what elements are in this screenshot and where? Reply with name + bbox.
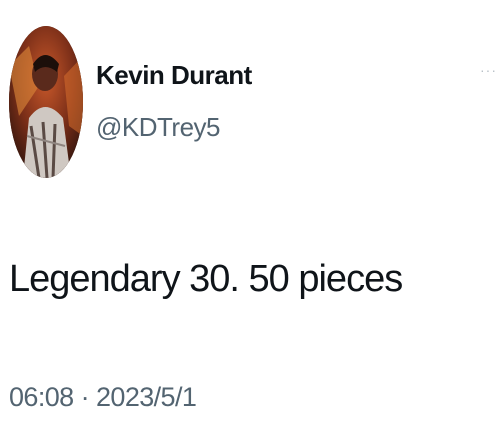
avatar[interactable] bbox=[9, 26, 83, 178]
ellipsis-icon[interactable]: ··· bbox=[480, 60, 496, 80]
display-name[interactable]: Kevin Durant bbox=[96, 60, 252, 91]
user-handle[interactable]: @KDTrey5 bbox=[96, 112, 221, 143]
avatar-photo bbox=[9, 26, 83, 178]
tweet-date: 2023/5/1 bbox=[95, 382, 197, 412]
tweet-time: 06:08 bbox=[9, 382, 74, 412]
tweet-card: Kevin Durant @KDTrey5 ··· Legendary 30. … bbox=[0, 0, 500, 440]
meta-separator: · bbox=[80, 382, 90, 412]
tweet-text: Legendary 30. 50 pieces bbox=[9, 258, 403, 300]
tweet-timestamp[interactable]: 06:08 · 2023/5/1 bbox=[9, 382, 197, 413]
